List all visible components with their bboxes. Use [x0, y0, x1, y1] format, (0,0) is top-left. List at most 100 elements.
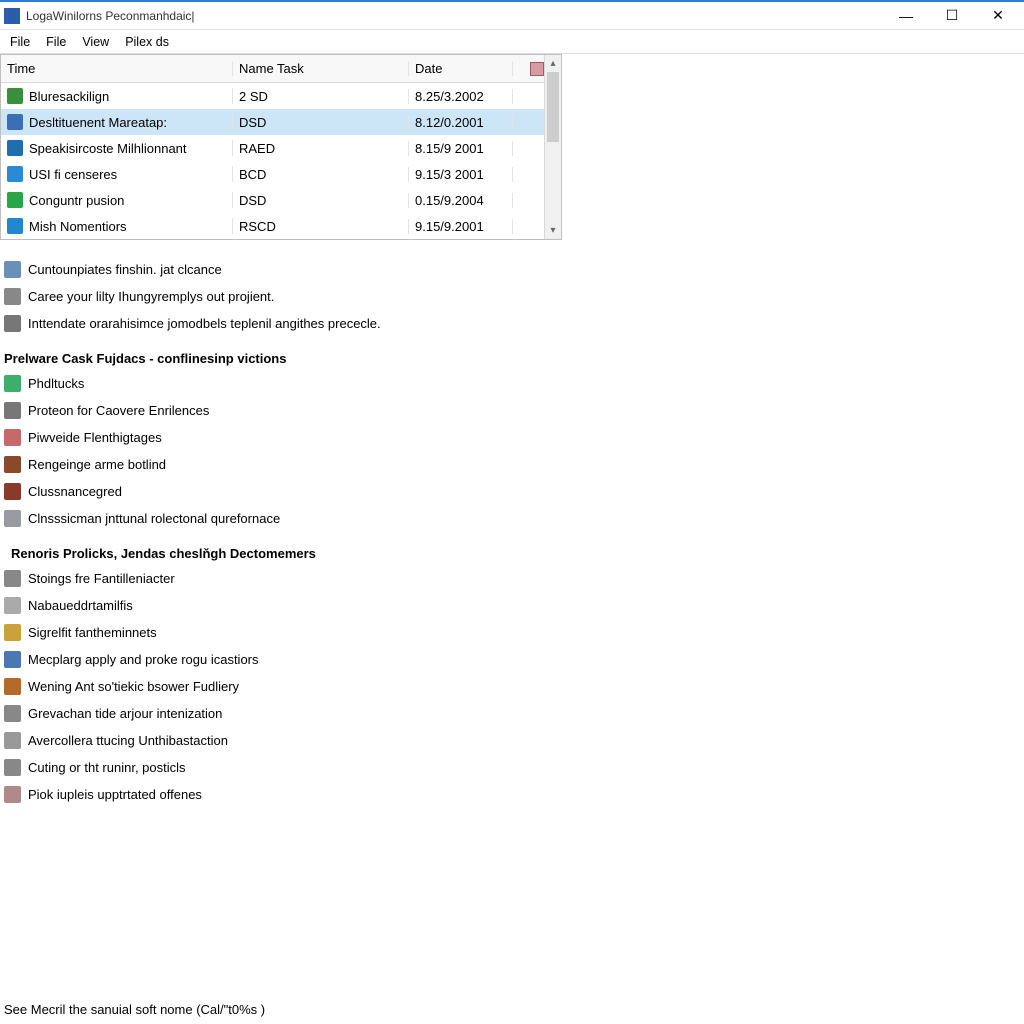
section1-title: Prelware Cask Fujdacs - conflinesinp vic…	[4, 351, 1020, 366]
save-icon	[530, 62, 544, 76]
list-item[interactable]: Phdltucks	[4, 370, 1020, 397]
table-row[interactable]: Conguntr pusion DSD0.15/9.2004	[1, 187, 561, 213]
item-icon	[4, 456, 21, 473]
table-row[interactable]: USI fi censeresBCD9.15/3 2001	[1, 161, 561, 187]
item-icon	[4, 705, 21, 722]
table-row[interactable]: Speakisircoste Milhlionnant RAED8.15/9 20…	[1, 135, 561, 161]
table-scrollbar[interactable]: ▴ ▾	[544, 55, 561, 239]
row-date: 8.12/0.2001	[409, 115, 513, 130]
row-label: Mish Nomentiors	[29, 219, 127, 234]
menu-view[interactable]: View	[76, 33, 115, 51]
col-header-time[interactable]: Time	[1, 61, 233, 76]
row-date: 0.15/9.2004	[409, 193, 513, 208]
menu-pilex[interactable]: Pilex ds	[119, 33, 175, 51]
item-icon	[4, 402, 21, 419]
item-label: Sigrelfit fantheminnets	[28, 621, 157, 644]
item-label: Cuntounpiates finshin. jat clcance	[28, 258, 222, 281]
row-task: DSD	[233, 193, 409, 208]
item-icon	[4, 786, 21, 803]
row-label: Bluresackilign	[29, 89, 109, 104]
list-item[interactable]: Proteon for Caovere Enrilences	[4, 397, 1020, 424]
list-item[interactable]: Piok iupleis upptrtated offenes	[4, 781, 1020, 808]
item-label: Cuting or tht runinr, posticls	[28, 756, 186, 779]
item-icon	[4, 288, 21, 305]
table-row[interactable]: Bluresackilign2 SD8.25/3.2002	[1, 83, 561, 109]
list-item[interactable]: Grevachan tide arjour intenization	[4, 700, 1020, 727]
list-item[interactable]: Caree your lilty Ihungyremplys out proji…	[4, 283, 1020, 310]
item-icon	[4, 570, 21, 587]
list-item[interactable]: Avercollera ttucing Unthibastaction	[4, 727, 1020, 754]
row-task: BCD	[233, 167, 409, 182]
row-icon	[7, 140, 23, 156]
main-content: Cuntounpiates finshin. jat clcance Caree …	[0, 240, 1024, 812]
list-item[interactable]: Cuntounpiates finshin. jat clcance	[4, 256, 1020, 283]
item-label: Mecplarg apply and proke rogu icastiors	[28, 648, 259, 671]
list-item[interactable]: Clnsssicman jnttunal rolectonal qureforn…	[4, 505, 1020, 532]
row-task: RSCD	[233, 219, 409, 234]
list-item[interactable]: Rengeinge arme botlind	[4, 451, 1020, 478]
list-item[interactable]: Nabaueddrtamilfis	[4, 592, 1020, 619]
item-label: Avercollera ttucing Unthibastaction	[28, 729, 228, 752]
section1-list: Phdltucks Proteon for Caovere Enrilences P…	[4, 370, 1020, 532]
list-item[interactable]: Wening Ant so'tiekic bsower Fudliery	[4, 673, 1020, 700]
row-icon	[7, 166, 23, 182]
item-label: Wening Ant so'tiekic bsower Fudliery	[28, 675, 239, 698]
minimize-button[interactable]: —	[892, 6, 920, 26]
item-label: Caree your lilty Ihungyremplys out proji…	[28, 285, 274, 308]
menu-file-1[interactable]: File	[4, 33, 36, 51]
menu-bar: File File View Pilex ds	[0, 30, 1024, 54]
window-controls: — ☐ ✕	[892, 6, 1020, 26]
item-label: Proteon for Caovere Enrilences	[28, 399, 209, 422]
row-task: DSD	[233, 115, 409, 130]
scroll-track	[545, 142, 561, 222]
title-bar: LogaWinilorns Peconmanhdaic| — ☐ ✕	[0, 2, 1024, 30]
item-label: Piok iupleis upptrtated offenes	[28, 783, 202, 806]
section2-title-text: Renoris Prolicks, Jendas cheslňgh Dectom…	[11, 546, 316, 561]
item-icon	[4, 597, 21, 614]
row-date: 8.15/9 2001	[409, 141, 513, 156]
item-label: Clussnancegred	[28, 480, 122, 503]
item-icon	[4, 759, 21, 776]
row-task: RAED	[233, 141, 409, 156]
table-body: Bluresackilign2 SD8.25/3.2002Desltituene…	[1, 83, 561, 239]
section2-list: Stoings fre FantilleniacterNabaueddrtami…	[4, 565, 1020, 808]
item-icon	[4, 375, 21, 392]
list-item[interactable]: Piwveide Flenthigtages	[4, 424, 1020, 451]
row-icon	[7, 114, 23, 130]
close-button[interactable]: ✕	[984, 6, 1012, 26]
item-icon	[4, 624, 21, 641]
tips-list: Cuntounpiates finshin. jat clcance Caree …	[4, 256, 1020, 337]
item-label: Piwveide Flenthigtages	[28, 426, 162, 449]
list-item[interactable]: Inttendate orarahisimce jomodbels teplen…	[4, 310, 1020, 337]
app-icon	[4, 8, 20, 24]
item-icon	[4, 483, 21, 500]
row-icon	[7, 218, 23, 234]
window-title: LogaWinilorns Peconmanhdaic|	[26, 9, 195, 23]
table-header: Time Name Task Date	[1, 55, 561, 83]
item-label: Stoings fre Fantilleniacter	[28, 567, 175, 590]
col-header-name[interactable]: Name Task	[233, 61, 409, 76]
list-item[interactable]: Sigrelfit fantheminnets	[4, 619, 1020, 646]
item-icon	[4, 315, 21, 332]
scroll-up-icon[interactable]: ▴	[545, 55, 561, 72]
maximize-button[interactable]: ☐	[938, 6, 966, 26]
row-label: Speakisircoste Milhlionnant	[29, 141, 187, 156]
list-item[interactable]: Cuting or tht runinr, posticls	[4, 754, 1020, 781]
table-row[interactable]: Desltituenent Mareatap:DSD8.12/0.2001	[1, 109, 561, 135]
row-label: Conguntr pusion	[29, 193, 124, 208]
list-item[interactable]: Mecplarg apply and proke rogu icastiors	[4, 646, 1020, 673]
scroll-down-icon[interactable]: ▾	[545, 222, 561, 239]
table-row[interactable]: Mish NomentiorsRSCD9.15/9.2001	[1, 213, 561, 239]
item-icon	[4, 510, 21, 527]
item-label: Phdltucks	[28, 372, 84, 395]
item-icon	[4, 429, 21, 446]
row-icon	[7, 88, 23, 104]
row-icon	[7, 192, 23, 208]
col-header-date[interactable]: Date	[409, 61, 513, 76]
scroll-thumb[interactable]	[547, 72, 559, 142]
item-icon	[4, 732, 21, 749]
menu-file-2[interactable]: File	[40, 33, 72, 51]
item-label: Clnsssicman jnttunal rolectonal qureforn…	[28, 507, 280, 530]
list-item[interactable]: Stoings fre Fantilleniacter	[4, 565, 1020, 592]
list-item[interactable]: Clussnancegred	[4, 478, 1020, 505]
